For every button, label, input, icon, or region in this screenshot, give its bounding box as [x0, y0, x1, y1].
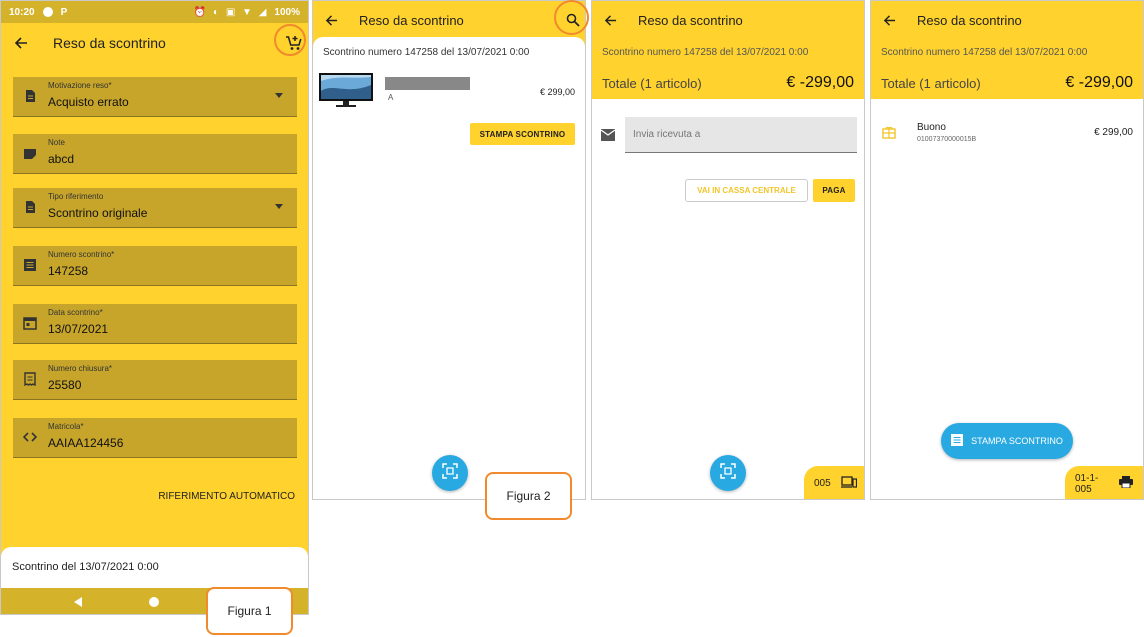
status-time: 10:20 [9, 6, 35, 18]
field-value: AAIAA124456 [48, 436, 124, 450]
product-price: € 299,00 [539, 87, 575, 97]
product-name-redacted [385, 77, 470, 90]
screen-voucher: Reso da scontrino Scontrino numero 14725… [870, 0, 1144, 500]
toolbar: Reso da scontrino [313, 7, 585, 33]
field-numero-scontrino[interactable]: Numero scontrino* 147258 [13, 246, 297, 286]
gift-card-icon [882, 125, 896, 139]
screen-payment: Reso da scontrino Scontrino numero 14725… [591, 0, 865, 500]
code-icon [22, 430, 38, 444]
field-value: 25580 [48, 378, 82, 392]
printer-icon [1119, 476, 1133, 491]
monitor-image [319, 73, 373, 109]
field-label: Tipo riferimento [48, 192, 104, 201]
field-motivazione-reso[interactable]: Motivazione reso* Acquisto errato [13, 77, 297, 117]
scan-button[interactable] [710, 455, 746, 491]
scan-button[interactable] [432, 455, 468, 491]
arrow-left-icon[interactable] [13, 35, 29, 51]
chevron-down-icon[interactable] [275, 93, 283, 98]
page-title: Reso da scontrino [53, 35, 166, 51]
voucher-price: € 299,00 [1094, 127, 1133, 138]
receipt-icon [23, 372, 37, 387]
field-value: Scontrino originale [48, 206, 148, 220]
field-matricola[interactable]: Matricola* AAIAA124456 [13, 418, 297, 458]
voucher-name: Buono [917, 122, 946, 133]
document-icon [23, 89, 37, 103]
field-note[interactable]: Note abcd [13, 134, 297, 174]
arrow-left-icon[interactable] [602, 12, 618, 28]
toolbar: Reso da scontrino [1, 29, 308, 57]
total-label: Totale (1 articolo) [602, 76, 702, 91]
pay-button[interactable]: PAGA [813, 179, 855, 202]
list-icon [23, 258, 37, 272]
receipt-list-icon [951, 434, 964, 448]
status-battery: 100% [274, 6, 300, 18]
receipt-title: Scontrino numero 147258 del 13/07/2021 0… [323, 47, 530, 58]
highlight-ring-cart [274, 24, 306, 56]
field-data-scontrino[interactable]: Data scontrino* 13/07/2021 [13, 304, 297, 344]
figure-label-2: Figura 2 [485, 472, 572, 520]
field-label: Motivazione reso* [48, 81, 112, 90]
send-receipt-input[interactable] [625, 117, 857, 153]
field-label: Matricola* [48, 422, 84, 431]
screen-receipt-detail: Reso da scontrino Scontrino numero 14725… [312, 0, 586, 500]
barcode-scan-icon [442, 462, 458, 484]
total-label: Totale (1 articolo) [881, 76, 981, 91]
page-title: Reso da scontrino [638, 12, 743, 28]
devices-icon [840, 476, 857, 491]
receipt-title: Scontrino numero 147258 del 13/07/2021 0… [881, 47, 1088, 58]
printer-badge[interactable]: 01-1-005 [1065, 466, 1143, 499]
voucher-code: 01007370000015B [917, 136, 977, 143]
printer-code: 01-1-005 [1075, 472, 1099, 495]
field-value: 13/07/2021 [48, 322, 109, 336]
print-receipt-button[interactable]: STAMPA SCONTRINO [470, 123, 575, 145]
nav-back-icon[interactable] [74, 597, 83, 607]
print-receipt-label: STAMPA SCONTRINO [971, 436, 1063, 446]
status-app-letter: P [60, 6, 68, 18]
device-code: 005 [814, 478, 831, 489]
chevron-down-icon[interactable] [275, 204, 283, 209]
nav-home-icon[interactable] [148, 597, 159, 607]
receipt-card: Scontrino numero 147258 del 13/07/2021 0… [313, 37, 585, 499]
figure-label-1: Figura 1 [206, 587, 293, 635]
field-tipo-riferimento[interactable]: Tipo riferimento Scontrino originale [13, 188, 297, 228]
field-label: Note [48, 138, 65, 147]
toolbar: Reso da scontrino [592, 7, 864, 33]
highlight-ring-search [554, 0, 589, 35]
calendar-icon [23, 316, 37, 330]
arrow-left-icon[interactable] [323, 12, 339, 28]
status-bar: 10:20 P ⏰ ◐ ▣ ▼ ◢ 100% [1, 1, 308, 23]
receipt-title: Scontrino numero 147258 del 13/07/2021 0… [602, 47, 809, 58]
central-register-button[interactable]: VAI IN CASSA CENTRALE [685, 179, 808, 202]
device-badge[interactable]: 005 [804, 466, 864, 499]
field-label: Numero scontrino* [48, 250, 115, 259]
field-value: Acquisto errato [48, 95, 129, 109]
page-title: Reso da scontrino [917, 12, 1022, 28]
field-value: abcd [48, 152, 75, 166]
field-label: Data scontrino* [48, 308, 103, 317]
page-title: Reso da scontrino [359, 12, 464, 28]
receipt-summary-card[interactable]: Scontrino del 13/07/2021 0:00 [1, 547, 308, 589]
toolbar: Reso da scontrino [871, 7, 1143, 33]
auto-reference-link[interactable]: RIFERIMENTO AUTOMATICO [158, 491, 295, 502]
document-icon [23, 200, 37, 214]
status-icons: ⏰ ◐ ▣ ▼ ◢ [193, 6, 269, 18]
mail-icon [600, 128, 616, 141]
note-icon [23, 146, 37, 160]
print-receipt-button[interactable]: STAMPA SCONTRINO [941, 423, 1073, 459]
field-label: Numero chiusura* [48, 364, 113, 373]
status-dot-icon [42, 7, 53, 17]
field-numero-chiusura[interactable]: Numero chiusura* 25580 [13, 360, 297, 400]
receipt-summary-text: Scontrino del 13/07/2021 0:00 [12, 561, 159, 573]
product-code: A [388, 93, 394, 102]
field-value: 147258 [48, 264, 89, 278]
barcode-scan-icon [720, 462, 736, 484]
total-value: € -299,00 [786, 74, 854, 91]
screen-form: 10:20 P ⏰ ◐ ▣ ▼ ◢ 100% Reso da scontrino… [0, 0, 309, 615]
total-value: € -299,00 [1065, 74, 1133, 91]
arrow-left-icon[interactable] [881, 12, 897, 28]
